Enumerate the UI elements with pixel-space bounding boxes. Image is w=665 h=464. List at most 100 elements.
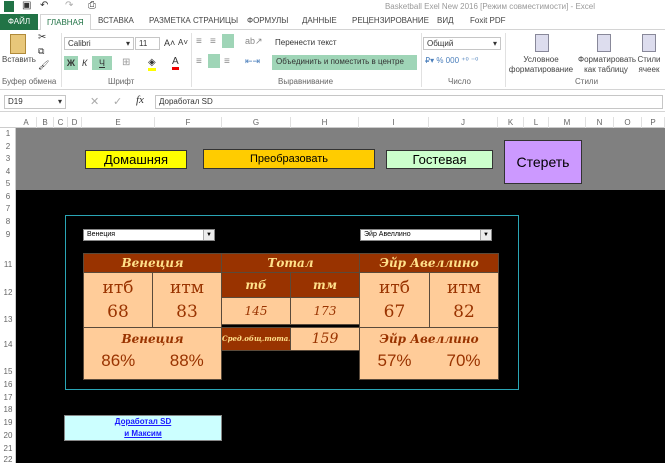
- tab-home[interactable]: ГЛАВНАЯ: [40, 14, 91, 31]
- font-color-icon[interactable]: A: [172, 56, 179, 70]
- redo-icon[interactable]: ↷: [65, 0, 73, 11]
- convert-button[interactable]: Преобразовать: [203, 149, 375, 169]
- undo-icon[interactable]: ↶: [40, 0, 48, 11]
- column-header-L[interactable]: L: [524, 117, 549, 128]
- print-preview-icon[interactable]: ⎙: [88, 0, 96, 11]
- column-header-I[interactable]: I: [359, 117, 429, 128]
- row-header-11[interactable]: 11: [0, 260, 16, 269]
- tab-view[interactable]: ВИД: [437, 16, 454, 25]
- column-header-H[interactable]: H: [291, 117, 359, 128]
- column-header-N[interactable]: N: [586, 117, 614, 128]
- fill-color-icon[interactable]: ◈: [148, 57, 156, 71]
- font-name-select[interactable]: Calibri ▾: [64, 37, 134, 50]
- tab-review[interactable]: РЕЦЕНЗИРОВАНИЕ: [352, 16, 429, 25]
- align-right-icon[interactable]: ≡: [224, 56, 230, 67]
- merge-center-button[interactable]: Объединить и поместить в центре: [272, 55, 417, 70]
- bold-button[interactable]: Ж: [64, 56, 78, 70]
- row-header-4[interactable]: 4: [0, 167, 16, 176]
- row-header-13[interactable]: 13: [0, 315, 16, 324]
- tab-insert[interactable]: ВСТАВКА: [98, 16, 134, 25]
- wrap-text-button[interactable]: Перенести текст: [275, 38, 337, 47]
- row-header-1[interactable]: 1: [0, 129, 16, 138]
- row-header-18[interactable]: 18: [0, 405, 16, 414]
- column-header-B[interactable]: B: [37, 117, 54, 128]
- row-header-8[interactable]: 8: [0, 217, 16, 226]
- conditional-format-button[interactable]: Условное форматирование: [505, 55, 577, 75]
- row-header-21[interactable]: 21: [0, 444, 16, 453]
- home-pct-1: 86%: [101, 351, 136, 370]
- row-header-17[interactable]: 17: [0, 393, 16, 402]
- guest-team-value: Эйр Авеллино: [364, 231, 411, 238]
- clipboard-group-label: Буфер обмена: [2, 77, 57, 86]
- row-header-5[interactable]: 5: [0, 179, 16, 188]
- column-header-D[interactable]: D: [68, 117, 82, 128]
- row-header-12[interactable]: 12: [0, 288, 16, 297]
- column-header-K[interactable]: K: [498, 117, 524, 128]
- tab-foxit[interactable]: Foxit PDF: [470, 16, 506, 25]
- guest-button[interactable]: Гостевая: [386, 150, 493, 169]
- chevron-down-icon[interactable]: ▼: [203, 230, 214, 240]
- row-header-15[interactable]: 15: [0, 367, 16, 376]
- borders-icon[interactable]: ⊞: [122, 57, 130, 68]
- tab-page-layout[interactable]: РАЗМЕТКА СТРАНИЦЫ: [149, 16, 238, 25]
- column-header-E[interactable]: E: [82, 117, 155, 128]
- number-format-select[interactable]: Общий ▾: [423, 37, 501, 50]
- column-headers: ABCDEFGHIJKLMNOP: [0, 117, 665, 128]
- column-header-G[interactable]: G: [222, 117, 291, 128]
- grow-font-icon[interactable]: A˄: [164, 38, 175, 48]
- column-header-C[interactable]: C: [54, 117, 68, 128]
- save-icon[interactable]: ▣: [22, 0, 31, 11]
- guest-itm-value: 82: [453, 302, 475, 322]
- italic-button[interactable]: К: [82, 56, 87, 70]
- format-painter-icon[interactable]: 🖌: [38, 60, 49, 71]
- align-left-icon[interactable]: ≡: [196, 56, 202, 67]
- home-button[interactable]: Домашняя: [85, 150, 187, 169]
- paste-icon[interactable]: [10, 34, 26, 54]
- home-team-dropdown[interactable]: Венеция ▼: [83, 229, 215, 241]
- indent-icon[interactable]: ⇤⇥: [245, 56, 260, 67]
- formula-value: Доработал SD: [159, 97, 213, 106]
- align-bottom-icon[interactable]: [222, 34, 234, 48]
- row-header-19[interactable]: 19: [0, 418, 16, 427]
- tab-data[interactable]: ДАННЫЕ: [302, 16, 337, 25]
- row-header-6[interactable]: 6: [0, 192, 16, 201]
- credit-link[interactable]: Доработал SD и Максим: [64, 415, 222, 441]
- row-header-20[interactable]: 20: [0, 431, 16, 440]
- guest-team-dropdown[interactable]: Эйр Авеллино ▼: [360, 229, 492, 241]
- tab-file[interactable]: ФАЙЛ: [0, 14, 38, 30]
- cut-icon[interactable]: ✂: [38, 32, 46, 43]
- currency-icon[interactable]: ₽▾ % 000 ⁺⁰ ⁻⁰: [425, 56, 478, 65]
- tab-formulas[interactable]: ФОРМУЛЫ: [247, 16, 288, 25]
- shrink-font-icon[interactable]: A˅: [178, 38, 188, 47]
- column-header-J[interactable]: J: [429, 117, 498, 128]
- column-header-O[interactable]: O: [614, 117, 642, 128]
- paste-button[interactable]: Вставить: [2, 55, 36, 64]
- row-header-3[interactable]: 3: [0, 154, 16, 163]
- format-table-icon: [597, 34, 611, 52]
- row-header-7[interactable]: 7: [0, 204, 16, 213]
- column-header-P[interactable]: P: [642, 117, 665, 128]
- copy-icon[interactable]: ⧉: [38, 46, 44, 57]
- insert-function-button[interactable]: fx: [136, 94, 144, 106]
- name-box[interactable]: D19 ▾: [4, 95, 66, 109]
- row-header-9[interactable]: 9: [0, 230, 16, 239]
- orientation-icon[interactable]: ab↗: [245, 36, 263, 47]
- column-header-F[interactable]: F: [155, 117, 222, 128]
- align-middle-icon[interactable]: ≡: [210, 36, 216, 47]
- format-as-table-button[interactable]: Форматировать как таблицу: [578, 55, 636, 75]
- cell-styles-button[interactable]: Стили ячеек: [634, 55, 664, 75]
- chevron-down-icon[interactable]: ▼: [480, 230, 491, 240]
- column-header-M[interactable]: M: [549, 117, 586, 128]
- align-top-icon[interactable]: ≡: [196, 36, 202, 47]
- cancel-icon[interactable]: ✕: [90, 95, 99, 108]
- row-header-16[interactable]: 16: [0, 380, 16, 389]
- row-header-14[interactable]: 14: [0, 340, 16, 349]
- underline-button[interactable]: Ч: [92, 56, 112, 70]
- font-size-select[interactable]: 11: [135, 37, 160, 50]
- enter-icon[interactable]: ✓: [113, 95, 122, 108]
- row-header-2[interactable]: 2: [0, 142, 16, 151]
- formula-input[interactable]: Доработал SD: [155, 95, 663, 109]
- align-center-icon[interactable]: [208, 54, 220, 68]
- column-header-A[interactable]: A: [16, 117, 37, 128]
- clear-button[interactable]: Стереть: [504, 140, 582, 184]
